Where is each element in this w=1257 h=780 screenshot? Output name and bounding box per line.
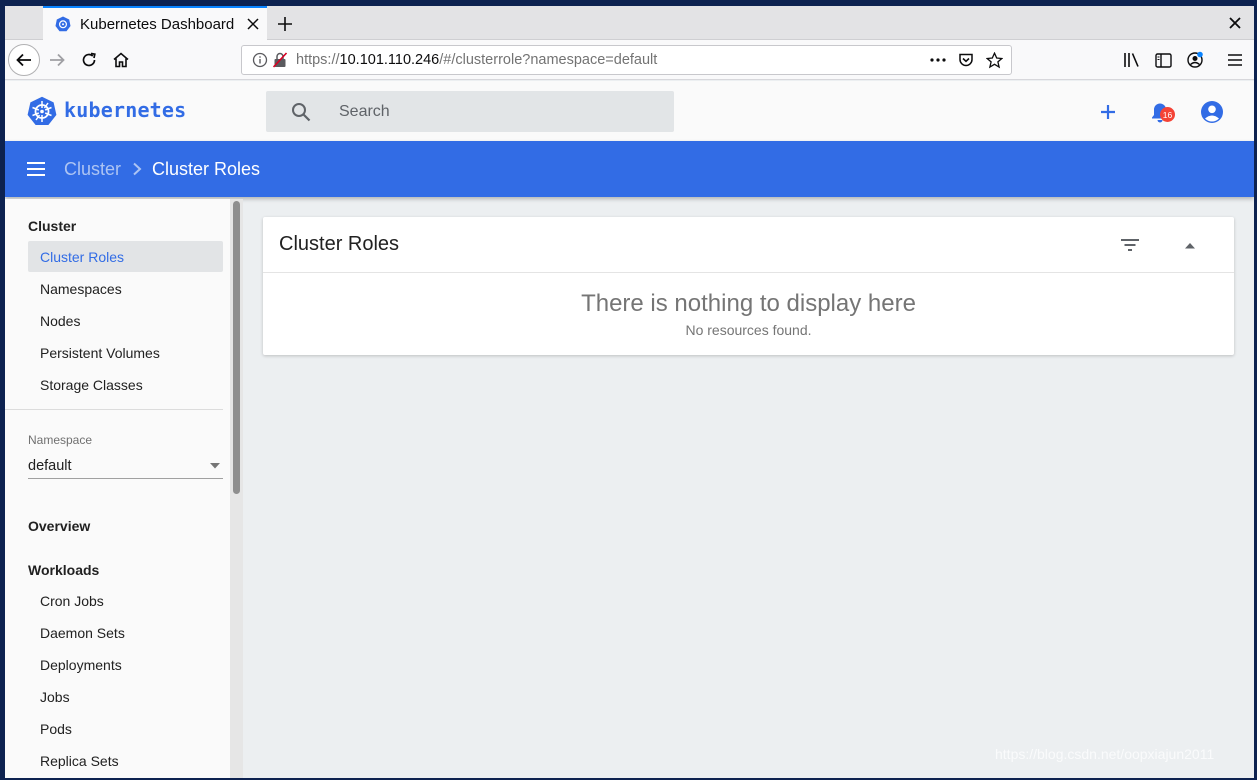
url-bar[interactable]: https://10.101.110.246/#/clusterrole?nam…	[241, 45, 1012, 75]
notifications-button[interactable]: 16	[1147, 99, 1175, 125]
create-resource-button[interactable]	[1095, 99, 1121, 125]
sidebar-item-cluster-roles[interactable]: Cluster Roles	[28, 241, 223, 272]
card-header: Cluster Roles	[263, 217, 1234, 273]
breadcrumb: Cluster Cluster Roles	[5, 141, 1254, 197]
brand-name[interactable]: kubernetes	[64, 98, 186, 122]
filter-button[interactable]	[1118, 233, 1142, 257]
url-text[interactable]: https://10.101.110.246/#/clusterrole?nam…	[296, 52, 929, 68]
sidebar-item-namespaces[interactable]: Namespaces	[28, 273, 223, 304]
back-button[interactable]	[8, 44, 40, 76]
namespace-value: default	[28, 457, 72, 474]
sidebar-nav: Cluster Cluster Roles Namespaces Nodes P…	[5, 199, 243, 778]
sidebar-item-persistent-volumes[interactable]: Persistent Volumes	[28, 337, 223, 368]
search-icon	[290, 101, 312, 123]
page-actions-icon[interactable]	[929, 51, 947, 69]
browser-window: Kubernetes Dashboard https://10.101.110.…	[5, 6, 1254, 778]
plus-icon	[1101, 105, 1115, 119]
sidebar-item-deployments[interactable]: Deployments	[28, 649, 223, 680]
search-input[interactable]	[339, 102, 639, 121]
sidebar-item-replica-sets[interactable]: Replica Sets	[28, 745, 223, 776]
sidebar-heading-workloads[interactable]: Workloads	[28, 562, 99, 578]
breadcrumb-cluster-link[interactable]: Cluster	[64, 159, 121, 180]
chevron-right-icon	[130, 162, 144, 176]
dropdown-arrow-icon	[210, 461, 220, 471]
sidebar-item-cron-jobs[interactable]: Cron Jobs	[28, 585, 223, 616]
menu-icon	[27, 162, 45, 176]
page-title: Cluster Roles	[152, 158, 261, 179]
kubernetes-favicon-icon	[55, 16, 71, 32]
cluster-roles-card: Cluster Roles There is nothing to displa…	[263, 217, 1234, 355]
watermark-text: https://blog.csdn.net/oopxiajun2011	[995, 746, 1215, 762]
forward-button[interactable]	[45, 48, 69, 72]
new-tab-icon[interactable]	[273, 12, 297, 36]
tab-strip: Kubernetes Dashboard	[5, 6, 1254, 40]
search-box[interactable]	[266, 91, 674, 132]
insecure-lock-icon[interactable]	[272, 50, 288, 70]
card-title: Cluster Roles	[279, 233, 400, 255]
sidebar-item-nodes[interactable]: Nodes	[28, 305, 223, 336]
sidebar-divider	[5, 409, 223, 410]
filter-icon	[1121, 239, 1139, 251]
kubernetes-logo-icon[interactable]	[27, 96, 57, 126]
app-header: kubernetes 16	[5, 81, 1254, 141]
navigation-toolbar: https://10.101.110.246/#/clusterrole?nam…	[5, 40, 1254, 80]
window-close-icon[interactable]	[1226, 14, 1244, 32]
notification-count-badge: 16	[1160, 107, 1175, 122]
url-scheme: https://	[296, 52, 340, 68]
url-path: /#/clusterrole?namespace=default	[439, 52, 658, 68]
url-host: 10.101.110.246	[339, 52, 440, 68]
sidebar-item-daemon-sets[interactable]: Daemon Sets	[28, 617, 223, 648]
hamburger-menu-icon[interactable]	[1223, 48, 1247, 72]
site-info-icon[interactable]	[250, 50, 270, 70]
arrow-drop-up-icon	[1185, 242, 1195, 248]
sidebar-heading-overview[interactable]: Overview	[28, 518, 90, 534]
browser-tab[interactable]: Kubernetes Dashboard	[43, 6, 267, 40]
sidebar-item-storage-classes[interactable]: Storage Classes	[28, 369, 223, 400]
pocket-icon[interactable]	[957, 51, 975, 69]
namespace-select[interactable]: default	[28, 453, 223, 479]
empty-state-title: There is nothing to display here	[581, 290, 916, 317]
collapse-button[interactable]	[1178, 233, 1202, 257]
bookmark-star-icon[interactable]	[985, 51, 1003, 69]
sidebar-item-pods[interactable]: Pods	[28, 713, 223, 744]
home-button[interactable]	[109, 48, 133, 72]
account-circle-icon	[1201, 101, 1223, 123]
sidebar-item-jobs[interactable]: Jobs	[28, 681, 223, 712]
reload-button[interactable]	[77, 48, 101, 72]
user-account-button[interactable]	[1199, 99, 1225, 125]
nav-menu-button[interactable]	[25, 158, 47, 180]
sidebar-scrollbar[interactable]	[230, 199, 243, 778]
namespace-label: Namespace	[28, 433, 93, 447]
sidebar-toggle-icon[interactable]	[1151, 48, 1175, 72]
library-icon[interactable]	[1120, 48, 1144, 72]
tab-close-icon[interactable]	[243, 14, 263, 34]
empty-state-subtitle: No resources found.	[685, 322, 812, 338]
sidebar-heading-cluster[interactable]: Cluster	[28, 218, 76, 234]
tab-title: Kubernetes Dashboard	[80, 15, 235, 33]
sidebar-scrollbar-thumb[interactable]	[233, 201, 240, 494]
account-sync-icon[interactable]	[1183, 48, 1207, 72]
